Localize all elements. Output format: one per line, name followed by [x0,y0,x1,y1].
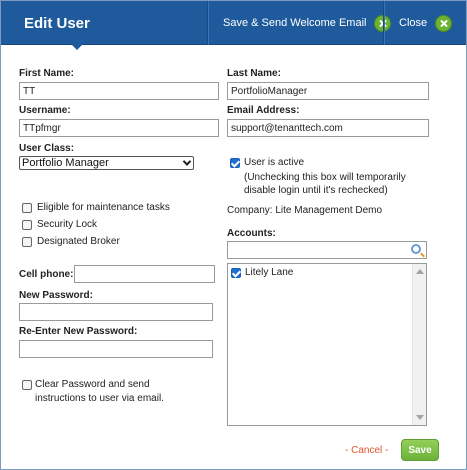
security-lock-checkbox[interactable] [22,220,32,230]
reenter-password-label: Re-Enter New Password: [19,326,138,337]
designated-broker-label: Designated Broker [37,236,120,247]
account-litely-lane-checkbox[interactable] [231,268,241,278]
clear-password-label-line-1: Clear Password and send [35,379,150,390]
first-name-label: First Name: [19,68,75,79]
clear-password-label-line-2: instructions to user via email. [35,393,164,404]
close-button[interactable]: Close [399,1,453,45]
user-class-value: Portfolio Manager [22,157,109,169]
search-icon[interactable] [411,244,421,254]
cell-phone-field[interactable] [74,265,215,283]
username-label: Username: [19,105,71,116]
user-class-label: User Class: [19,143,75,154]
company-text: Company: Lite Management Demo [227,205,383,216]
first-name-field[interactable] [19,82,219,100]
user-active-checkbox[interactable] [230,158,240,168]
header-divider [383,1,384,45]
header-divider [207,1,208,45]
cell-phone-label: Cell phone: [19,269,74,280]
designated-broker-checkbox[interactable] [22,237,32,247]
maintenance-checkbox[interactable] [22,203,32,213]
edit-user-dialog: Edit User Save & Send Welcome Email Clos… [0,0,467,470]
dialog-header: Edit User Save & Send Welcome Email Clos… [1,1,466,45]
email-field[interactable] [227,119,429,137]
dialog-title: Edit User [24,15,90,32]
last-name-field[interactable] [227,82,429,100]
close-circle-icon [435,14,453,32]
save-send-welcome-email-button[interactable]: Save & Send Welcome Email [223,1,392,45]
user-active-label: User is active [244,157,305,168]
cancel-button[interactable]: - Cancel - [345,445,388,456]
accounts-scrollbar[interactable] [412,264,426,425]
accounts-list[interactable]: Litely Lane [227,263,427,426]
new-password-label: New Password: [19,290,93,301]
accounts-search-input[interactable] [227,241,427,259]
new-password-field[interactable] [19,303,213,321]
account-litely-lane-label: Litely Lane [245,267,294,278]
user-active-note-line-1: (Unchecking this box will temporarily [244,172,406,183]
user-class-select[interactable]: Portfolio Manager [19,156,194,170]
chevron-down-icon [182,157,192,166]
header-pointer [71,44,83,50]
security-lock-label: Security Lock [37,219,98,230]
scroll-up-icon[interactable] [416,269,424,274]
close-label: Close [399,17,428,29]
email-label: Email Address: [227,105,300,116]
save-send-welcome-email-label: Save & Send Welcome Email [223,17,367,29]
maintenance-label: Eligible for maintenance tasks [37,202,170,213]
accounts-label: Accounts: [227,228,276,239]
username-field[interactable] [19,119,219,137]
last-name-label: Last Name: [227,68,281,79]
scroll-down-icon[interactable] [416,415,424,420]
clear-password-checkbox[interactable] [22,380,32,390]
save-button[interactable]: Save [401,439,439,461]
user-active-note-line-2: disable login until it's rechecked) [244,185,388,196]
reenter-password-field[interactable] [19,340,213,358]
